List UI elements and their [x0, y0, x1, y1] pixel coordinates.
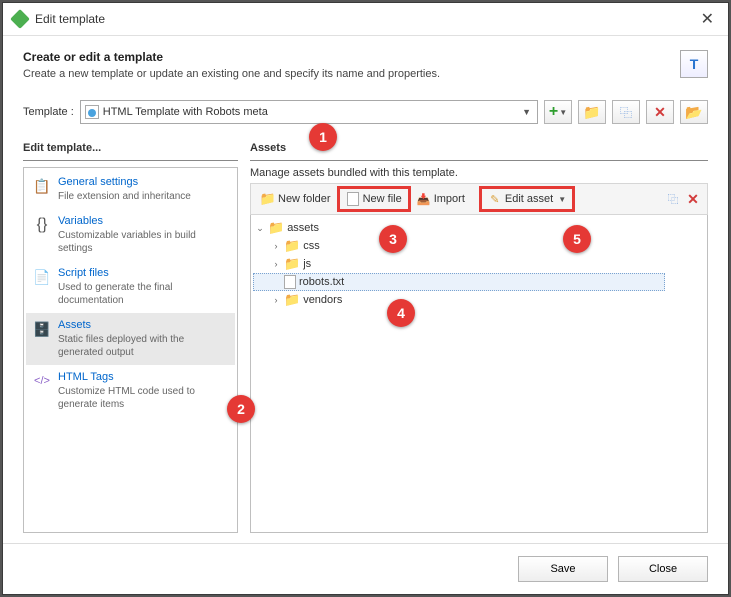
tree-label: js: [303, 258, 311, 270]
folder-icon: 📁: [261, 192, 275, 206]
new-file-button[interactable]: New file: [337, 186, 411, 212]
pencil-icon: ✎: [488, 192, 502, 206]
tree-row-root[interactable]: ⌄ 📁 assets: [253, 219, 705, 237]
toolbar-label: New folder: [278, 193, 331, 205]
header-subtitle: Create a new template or update an exist…: [23, 68, 680, 80]
template-icon: T: [680, 50, 708, 78]
close-icon[interactable]: ✕: [697, 9, 718, 29]
tree-row[interactable]: › 📁 vendors: [253, 291, 705, 309]
expander-open-icon[interactable]: ⌄: [255, 223, 265, 234]
right-panel: Assets Manage assets bundled with this t…: [250, 138, 708, 533]
import-icon: 📥: [417, 192, 431, 206]
save-button[interactable]: Save: [518, 556, 608, 582]
chevron-down-icon: ▼: [520, 107, 533, 117]
import-button[interactable]: 📥Import: [411, 189, 471, 209]
duplicate-button[interactable]: ⿻: [612, 100, 640, 124]
template-selector-row: Template : HTML Template with Robots met…: [3, 92, 728, 138]
new-folder-button[interactable]: 📁New folder: [255, 189, 337, 209]
nav-item-sub: Static files deployed with the generated…: [58, 333, 229, 359]
close-button[interactable]: Close: [618, 556, 708, 582]
tree-label: vendors: [303, 294, 342, 306]
app-icon: [10, 9, 30, 29]
toolbar-label: New file: [363, 193, 402, 205]
left-section-title: Edit template...: [23, 138, 238, 161]
rename-icon: ⿻: [668, 191, 679, 207]
assets-toolbar: 📁New folder New file 📥Import ✎Edit asset…: [250, 183, 708, 215]
nav-item-label: General settings: [58, 176, 191, 188]
open-folder-button[interactable]: 📁: [578, 100, 606, 124]
chevron-down-icon: ▼: [559, 108, 567, 117]
nav-item-label: Assets: [58, 319, 229, 331]
folder-icon: 📁: [284, 256, 300, 272]
duplicate-icon: ⿻: [620, 104, 632, 121]
dialog-footer: Save Close: [3, 543, 728, 594]
nav-item-label: Variables: [58, 215, 229, 227]
nav-item-sub: Used to generate the final documentation: [58, 281, 229, 307]
expander-closed-icon[interactable]: ›: [271, 241, 281, 251]
expander-closed-icon[interactable]: ›: [271, 295, 281, 305]
assets-tree[interactable]: ⌄ 📁 assets › 📁 css › 📁 js robots.txt: [250, 215, 708, 533]
nav-item-sub: Customize HTML code used to generate ite…: [58, 385, 229, 411]
content-area: Edit template... 📋 General settings File …: [3, 138, 728, 543]
window-title: Edit template: [35, 12, 697, 26]
file-icon: [346, 192, 360, 206]
delete-asset-button[interactable]: ✕: [683, 189, 703, 209]
add-template-button[interactable]: +▼: [544, 100, 572, 124]
dialog-header: Create or edit a template Create a new t…: [3, 36, 728, 92]
x-icon: ✕: [687, 191, 699, 208]
x-icon: ✕: [654, 104, 666, 121]
left-panel: Edit template... 📋 General settings File …: [23, 138, 238, 533]
folder-open-icon: 📂: [685, 104, 702, 121]
browse-button[interactable]: 📂: [680, 100, 708, 124]
tree-label: css: [303, 240, 320, 252]
tree-row[interactable]: › 📁 css: [253, 237, 705, 255]
nav-item-html-tags[interactable]: </> HTML Tags Customize HTML code used to…: [26, 365, 235, 417]
callout-5: 5: [563, 225, 591, 253]
rename-button[interactable]: ⿻: [663, 189, 683, 209]
file-icon: [284, 275, 296, 289]
braces-icon: {}: [32, 215, 52, 235]
nav-item-label: Script files: [58, 267, 229, 279]
titlebar: Edit template ✕: [3, 3, 728, 36]
callout-3: 3: [379, 225, 407, 253]
folder-icon: 📁: [284, 292, 300, 308]
nav-item-general[interactable]: 📋 General settings File extension and inh…: [26, 170, 235, 209]
nav-item-sub: Customizable variables in build settings: [58, 229, 229, 255]
tree-row[interactable]: › 📁 js: [253, 255, 705, 273]
toolbar-label: Import: [434, 193, 465, 205]
template-combobox[interactable]: HTML Template with Robots meta ▼: [80, 100, 538, 124]
edit-template-dialog: Edit template ✕ Create or edit a templat…: [2, 2, 729, 595]
template-value: HTML Template with Robots meta: [103, 106, 520, 118]
template-label: Template :: [23, 106, 74, 118]
nav-item-sub: File extension and inheritance: [58, 190, 191, 203]
toolbar-label: Edit asset: [505, 193, 553, 205]
script-icon: 📄: [32, 267, 52, 287]
header-title: Create or edit a template: [23, 50, 680, 64]
expander-closed-icon[interactable]: ›: [271, 259, 281, 269]
delete-button[interactable]: ✕: [646, 100, 674, 124]
tree-label: assets: [287, 222, 319, 234]
tree-label: robots.txt: [299, 276, 344, 288]
plus-icon: +: [549, 103, 558, 121]
nav-item-label: HTML Tags: [58, 371, 229, 383]
assets-icon: 🗄️: [32, 319, 52, 339]
chevron-down-icon: ▼: [558, 195, 566, 204]
callout-1: 1: [309, 123, 337, 151]
callout-2: 2: [227, 395, 255, 423]
document-icon: [85, 105, 99, 119]
nav-list: 📋 General settings File extension and inh…: [23, 167, 238, 533]
nav-item-assets[interactable]: 🗄️ Assets Static files deployed with the …: [26, 313, 235, 365]
folder-icon: 📁: [583, 104, 600, 121]
code-icon: </>: [32, 371, 52, 391]
callout-4: 4: [387, 299, 415, 327]
tree-row-selected[interactable]: robots.txt: [253, 273, 665, 291]
settings-icon: 📋: [32, 176, 52, 196]
nav-item-variables[interactable]: {} Variables Customizable variables in bu…: [26, 209, 235, 261]
folder-icon: 📁: [268, 220, 284, 236]
right-section-subtitle: Manage assets bundled with this template…: [250, 167, 708, 179]
folder-icon: 📁: [284, 238, 300, 254]
nav-item-scripts[interactable]: 📄 Script files Used to generate the final…: [26, 261, 235, 313]
edit-asset-button[interactable]: ✎Edit asset ▼: [479, 186, 575, 212]
